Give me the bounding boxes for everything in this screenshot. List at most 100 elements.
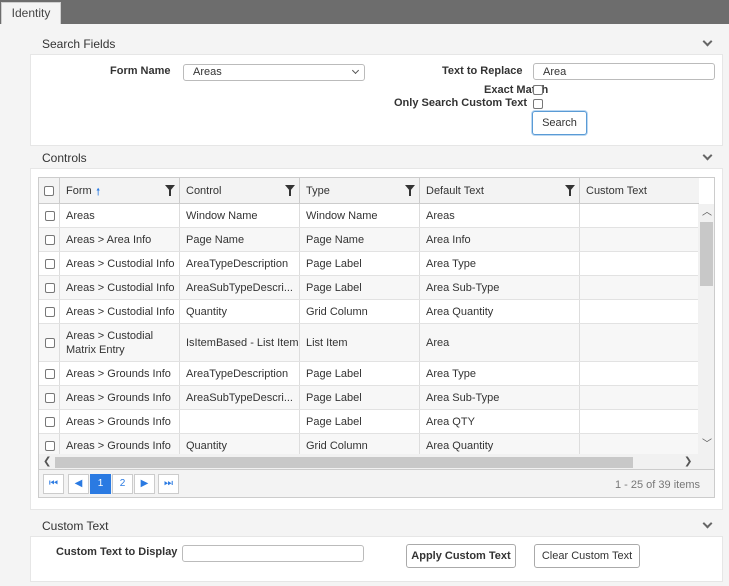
- cell-default-text: Area Sub-Type: [420, 386, 580, 409]
- chevron-down-icon[interactable]: [702, 150, 713, 161]
- row-checkbox[interactable]: [45, 392, 55, 403]
- filter-icon[interactable]: [405, 185, 415, 196]
- cell-default-text: Area Quantity: [420, 300, 580, 323]
- column-header-type[interactable]: Type: [300, 178, 420, 204]
- filter-icon[interactable]: [165, 185, 175, 196]
- row-checkbox[interactable]: [45, 210, 55, 221]
- sort-ascending-icon: 🠕: [96, 187, 101, 198]
- previous-page-button[interactable]: ◀: [68, 474, 89, 494]
- cell-text: Window Name: [186, 209, 258, 222]
- row-checkbox[interactable]: [45, 368, 55, 379]
- cell-form: Areas: [60, 204, 180, 227]
- cell-text: Page Label: [306, 367, 362, 380]
- custom-text-panel: Custom Text to Display Apply Custom Text…: [30, 536, 723, 582]
- row-checkbox[interactable]: [45, 337, 55, 348]
- cell-control: AreaTypeDescription: [180, 252, 300, 275]
- tab-identity[interactable]: Identity: [1, 2, 61, 24]
- chevron-left-icon[interactable]: ❮: [43, 457, 51, 467]
- table-row[interactable]: Areas > Custodial Matrix Entry IsItemBase…: [39, 324, 699, 362]
- custom-text-header[interactable]: Custom Text: [30, 515, 723, 537]
- cell-control: Quantity: [180, 300, 300, 323]
- cell-type: Page Label: [300, 410, 420, 433]
- exact-match-checkbox[interactable]: [533, 85, 543, 95]
- row-checkbox[interactable]: [45, 282, 55, 293]
- last-page-button[interactable]: ⏭: [158, 474, 179, 494]
- cell-custom-text: [580, 386, 699, 409]
- row-checkbox[interactable]: [45, 306, 55, 317]
- search-fields-header[interactable]: Search Fields: [30, 33, 723, 55]
- column-header-label: Custom Text: [586, 185, 647, 197]
- cell-default-text: Area: [420, 324, 580, 361]
- cell-custom-text: [580, 204, 699, 227]
- cell-default-text: Area Info: [420, 228, 580, 251]
- cell-text: Areas > Area Info: [66, 233, 152, 246]
- column-header-custom-text[interactable]: Custom Text: [580, 178, 699, 204]
- clear-custom-text-button[interactable]: Clear Custom Text: [534, 544, 640, 568]
- table-row[interactable]: Areas > Custodial Info AreaSubTypeDescri.…: [39, 276, 699, 300]
- horizontal-scrollbar[interactable]: ❮ ❯: [39, 454, 714, 469]
- text-to-replace-input[interactable]: [533, 63, 715, 80]
- cell-form: Areas > Grounds Info: [60, 386, 180, 409]
- first-page-button[interactable]: ⏮: [43, 474, 64, 494]
- pager-info: 1 - 25 of 39 items: [615, 479, 700, 491]
- chevron-down-icon[interactable]: [702, 518, 713, 529]
- chevron-down-icon[interactable]: [702, 36, 713, 47]
- cell-default-text: Area Type: [420, 252, 580, 275]
- custom-text-title: Custom Text: [42, 519, 109, 533]
- form-name-select[interactable]: Areas: [183, 64, 365, 81]
- table-row[interactable]: Areas > Custodial Info Quantity Grid Colum…: [39, 300, 699, 324]
- cell-text: Area Sub-Type: [426, 391, 500, 404]
- page-button[interactable]: 2: [112, 474, 133, 494]
- top-bar: [0, 0, 729, 24]
- cell-default-text: Area Type: [420, 362, 580, 385]
- cell-text: AreaTypeDescription: [186, 367, 289, 380]
- cell-custom-text: [580, 276, 699, 299]
- table-row[interactable]: Areas > Grounds Info AreaTypeDescription P…: [39, 362, 699, 386]
- cell-text: Grid Column: [306, 439, 368, 452]
- filter-icon[interactable]: [565, 185, 575, 196]
- chevron-down-icon[interactable]: ﹀: [702, 440, 712, 450]
- column-header-form[interactable]: Form 🠕: [60, 178, 180, 204]
- table-row[interactable]: Areas > Custodial Info AreaTypeDescriptio…: [39, 252, 699, 276]
- cell-text: IsItemBased - List Item: [186, 336, 299, 349]
- cell-control: Window Name: [180, 204, 300, 227]
- cell-control: IsItemBased - List Item: [180, 324, 300, 361]
- cell-text: Areas > Custodial Matrix Entry: [66, 330, 154, 356]
- chevron-up-icon[interactable]: ︿: [702, 208, 712, 218]
- cell-select: [39, 324, 60, 361]
- row-checkbox[interactable]: [45, 258, 55, 269]
- cell-form: Areas > Custodial Matrix Entry: [60, 324, 180, 361]
- column-header-control[interactable]: Control: [180, 178, 300, 204]
- cell-select: [39, 204, 60, 227]
- table-row[interactable]: Areas > Grounds Info Page Label Area QTY: [39, 410, 699, 434]
- next-page-button[interactable]: ▶: [134, 474, 155, 494]
- custom-text-input[interactable]: [182, 545, 364, 562]
- vertical-scrollbar[interactable]: ︿ ﹀: [698, 204, 714, 454]
- table-row[interactable]: Areas > Grounds Info AreaSubTypeDescri...…: [39, 386, 699, 410]
- cell-text: Grid Column: [306, 305, 368, 318]
- column-header-default-text[interactable]: Default Text: [420, 178, 580, 204]
- scroll-thumb[interactable]: [55, 457, 633, 468]
- controls-header[interactable]: Controls: [30, 147, 723, 169]
- row-checkbox[interactable]: [45, 234, 55, 245]
- search-fields-panel: Form Name Areas Text to Replace Exact Ma…: [30, 54, 723, 146]
- filter-icon[interactable]: [285, 185, 295, 196]
- chevron-right-icon[interactable]: ❯: [684, 457, 692, 467]
- row-checkbox[interactable]: [45, 440, 55, 451]
- cell-text: Areas > Custodial Info: [66, 257, 175, 270]
- page-button[interactable]: 1: [90, 474, 111, 494]
- row-checkbox[interactable]: [45, 416, 55, 427]
- form-name-label: Form Name: [110, 65, 171, 77]
- cell-text: Page Name: [306, 233, 365, 246]
- chevron-down-icon: [351, 66, 360, 75]
- select-all-checkbox[interactable]: [44, 186, 54, 196]
- table-row[interactable]: Areas Window Name Window Name Areas: [39, 204, 699, 228]
- column-header-label: Form: [66, 185, 92, 197]
- only-custom-checkbox[interactable]: [533, 99, 543, 109]
- apply-custom-text-button[interactable]: Apply Custom Text: [406, 544, 516, 568]
- cell-default-text: Area Sub-Type: [420, 276, 580, 299]
- scroll-thumb[interactable]: [700, 222, 713, 286]
- search-button[interactable]: Search: [532, 111, 587, 135]
- table-row[interactable]: Areas > Area Info Page Name Page Name Area …: [39, 228, 699, 252]
- column-header-label: Type: [306, 185, 330, 197]
